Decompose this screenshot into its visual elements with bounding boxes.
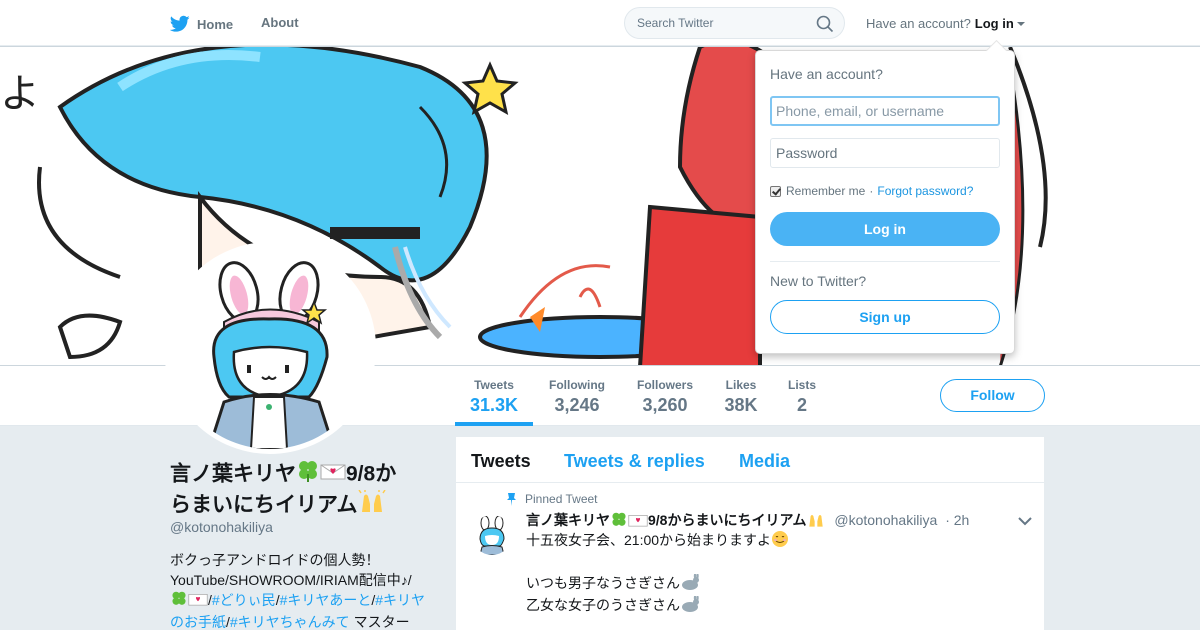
pinned-tweet[interactable]: Pinned Tweet 言ノ葉キリヤ 9/8からまいにちイリアム @kotono… [456, 483, 1044, 630]
nav-home[interactable]: Home [170, 15, 233, 33]
tab-tweets[interactable]: Tweets [471, 451, 531, 472]
search-placeholder: Search Twitter [637, 16, 714, 30]
follow-button[interactable]: Follow [940, 379, 1045, 412]
tweet-line2: いつも男子なうさぎさん [526, 575, 680, 591]
active-stat-indicator [455, 422, 533, 426]
clover-icon [170, 591, 188, 612]
chevron-down-icon[interactable] [1018, 516, 1032, 526]
smiling-face-icon [771, 530, 789, 553]
tab-tweets-and-replies[interactable]: Tweets & replies [564, 451, 705, 472]
love-letter-icon [628, 512, 648, 531]
caret-down-icon [1016, 22, 1025, 26]
pin-icon [507, 492, 516, 506]
bio-tail: マスター [349, 613, 410, 630]
avatar-illustration [169, 247, 371, 449]
login-dropdown-toggle[interactable]: Have an account? Log in [866, 16, 1025, 31]
account-prompt: Have an account? [866, 16, 971, 31]
stat-followers-value: 3,260 [642, 395, 688, 415]
remember-me-label[interactable]: Remember me [786, 184, 865, 198]
raising-hands-icon [806, 512, 826, 531]
search-icon[interactable] [816, 15, 834, 33]
forgot-password-link[interactable]: Forgot password? [877, 184, 973, 198]
profile-name-part3: らまいにちイリアム [170, 493, 358, 517]
remember-me-row: Remember me · Forgot password? [770, 184, 973, 198]
stat-following-value: 3,246 [554, 395, 600, 415]
love-letter-icon [320, 461, 346, 489]
stat-lists[interactable]: Lists 2 [787, 378, 817, 416]
hashtag-dorii[interactable]: #どりぃ民 [212, 592, 276, 608]
search-input[interactable]: Search Twitter [624, 7, 845, 39]
profile-handle[interactable]: @kotonohakiliya [170, 519, 273, 535]
bio-line2: YouTube/SHOWROOM/IRIAM配信中♪/ [170, 572, 412, 588]
profile-name[interactable]: 言ノ葉キリヤ 9/8か らまいにちイリアム [170, 460, 440, 522]
stat-following[interactable]: Following 3,246 [548, 378, 606, 416]
tweet-author-name-part2: 9/8からまいにちイリアム [648, 512, 807, 528]
nav-about-label: About [261, 15, 299, 30]
profile-avatar[interactable] [164, 242, 376, 454]
hashtag-kiriya-chan-mite[interactable]: #キリヤちゃんみて [230, 614, 350, 630]
top-navigation: Home About Search Twitter Have an accoun… [0, 0, 1200, 46]
stat-tweets[interactable]: Tweets 31.3K [470, 378, 518, 416]
tweet-avatar[interactable] [472, 515, 512, 555]
hashtag-kiriya-art[interactable]: #キリヤあーと [280, 592, 372, 608]
signup-button[interactable]: Sign up [770, 300, 1000, 334]
login-dropdown: Have an account? Phone, email, or userna… [755, 50, 1015, 354]
love-letter-icon [188, 591, 208, 612]
stat-lists-value: 2 [796, 395, 807, 415]
profile-name-part2: 9/8か [346, 462, 397, 486]
username-placeholder: Phone, email, or username [776, 103, 945, 119]
profile-bio: ボクっ子アンドロイドの個人勢！ YouTube/SHOWROOM/IRIAM配信… [170, 550, 440, 630]
tweet-line3: 乙女な女子のうさぎさん [526, 596, 680, 613]
timeline: Tweets Tweets & replies Media Pinned Twe… [456, 437, 1044, 630]
bio-line1: ボクっ子アンドロイドの個人勢！ [170, 552, 380, 568]
remember-me-checkbox[interactable] [770, 185, 781, 197]
tweet-header: 言ノ葉キリヤ 9/8からまいにちイリアム @kotonohakiliya · 2h [526, 510, 969, 531]
pinned-tweet-text: Pinned Tweet [525, 492, 598, 506]
rabbit-icon [680, 594, 700, 617]
divider [770, 261, 1000, 262]
pinned-label: Pinned Tweet [506, 492, 598, 506]
stat-tweets-value: 31.3K [470, 395, 519, 415]
nav-home-label: Home [197, 16, 234, 32]
stat-followers-label: Followers [636, 378, 693, 392]
new-to-twitter-label: New to Twitter? [770, 273, 867, 289]
stat-lists-label: Lists [787, 378, 816, 392]
login-button[interactable]: Log in [770, 212, 1000, 246]
separator-dot: · [869, 184, 874, 198]
clover-icon [296, 460, 320, 490]
tweet-author-handle[interactable]: @kotonohakiliya [834, 512, 937, 528]
svg-text:よ: よ [0, 71, 40, 117]
stat-following-label: Following [549, 378, 605, 392]
tweet-line1: 十五夜女子会、21:00から始まりますよ [526, 532, 772, 549]
hashtag-kiriya-letter[interactable]: #キリヤ [375, 592, 425, 608]
login-toggle-label: Log in [974, 16, 1014, 31]
stat-followers[interactable]: Followers 3,260 [636, 378, 694, 416]
login-dropdown-title: Have an account? [770, 66, 883, 82]
stat-likes-value: 38K [724, 395, 758, 415]
clover-icon [610, 512, 628, 531]
tweet-author-name[interactable]: 言ノ葉キリヤ 9/8からまいにちイリアム [526, 512, 826, 528]
tweet-text: 十五夜女子会、21:00から始まりますよ いつも男子なうさぎさん 乙女な女子のう… [526, 530, 1016, 617]
password-placeholder: Password [776, 145, 838, 161]
raising-hands-icon [357, 489, 386, 522]
nav-about[interactable]: About [261, 15, 299, 30]
tweet-author-name-part1: 言ノ葉キリヤ [526, 512, 610, 528]
timeline-tabs: Tweets Tweets & replies Media [456, 437, 1044, 483]
rabbit-icon [680, 572, 700, 595]
username-field[interactable]: Phone, email, or username [770, 96, 1000, 126]
stat-likes[interactable]: Likes 38K [724, 378, 758, 416]
hashtag-kiriya-letter-cont[interactable]: のお手紙 [170, 614, 226, 630]
profile-name-part1: 言ノ葉キリヤ [170, 462, 296, 486]
tab-media[interactable]: Media [739, 451, 790, 472]
stat-tweets-label: Tweets [474, 378, 514, 392]
twitter-bird-icon [170, 15, 190, 32]
password-field[interactable]: Password [770, 138, 1000, 168]
tweet-timestamp[interactable]: · 2h [945, 512, 969, 528]
stat-likes-label: Likes [725, 378, 757, 392]
